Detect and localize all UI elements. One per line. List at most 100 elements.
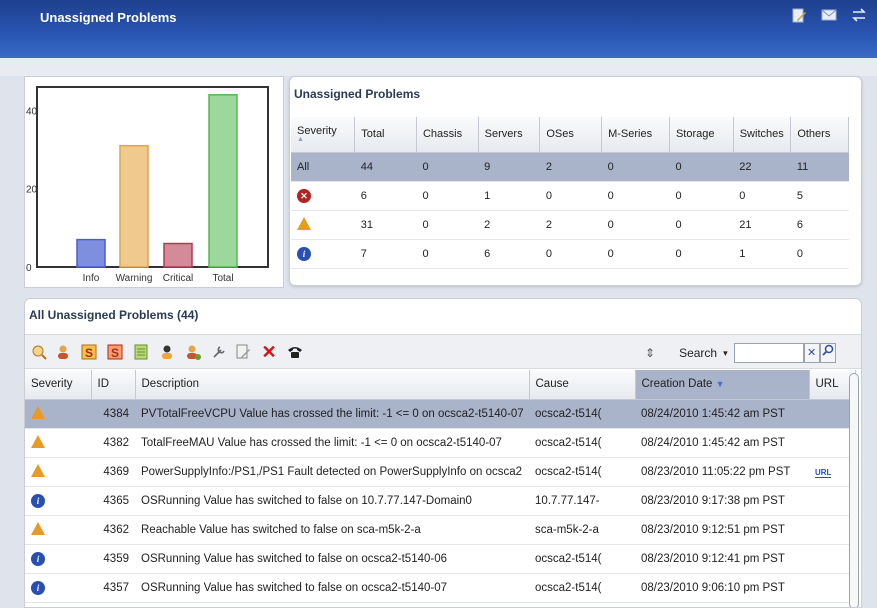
- problem-row[interactable]: 4369 PowerSupplyInfo:/PS1,/PS1 Fault dete…: [25, 457, 855, 487]
- col-severity[interactable]: Severity: [25, 370, 92, 400]
- info-icon: i: [31, 580, 45, 595]
- problem-description: PowerSupplyInfo:/PS1,/PS1 Fault detected…: [135, 457, 529, 487]
- problem-date: 08/24/2010 1:45:42 am PST: [635, 428, 809, 458]
- col-description[interactable]: Description: [135, 370, 530, 400]
- search-icon[interactable]: [819, 343, 836, 363]
- info-icon: i: [31, 551, 45, 566]
- warning-icon: [31, 521, 45, 535]
- col-id[interactable]: ID: [91, 370, 136, 400]
- problem-row[interactable]: 4382 TotalFreeMAU Value has crossed the l…: [25, 428, 855, 458]
- col-storage[interactable]: Storage: [669, 117, 734, 153]
- col-creation-date[interactable]: Creation Date ▼: [635, 370, 810, 400]
- problem-date: 08/23/2010 9:17:38 pm PST: [635, 486, 809, 516]
- problem-cause: ocsca2-t514(: [529, 428, 635, 458]
- problems-toolbar: S S ✕ ⇕ Search ▾ ✕: [25, 334, 861, 369]
- summary-cell: 0: [539, 181, 602, 211]
- severity-cell: i: [25, 573, 91, 603]
- col-servers[interactable]: Servers: [478, 117, 541, 153]
- summary-cell: 6: [354, 181, 417, 211]
- col-cause[interactable]: Cause: [529, 370, 636, 400]
- search-label: Search: [679, 346, 718, 360]
- bar-total: [208, 94, 238, 268]
- summary-row[interactable]: i70600010: [291, 239, 849, 269]
- problem-row[interactable]: i 4357 OSRunning Value has switched to fal…: [25, 573, 855, 603]
- summary-cell: 1: [733, 239, 791, 269]
- summary-cell: 22: [733, 152, 791, 182]
- summary-cell: 0: [669, 181, 734, 211]
- svg-text:S: S: [111, 346, 119, 360]
- summary-row[interactable]: All 44 0 9 2 0 0 22 11: [291, 152, 849, 182]
- warning-icon: [31, 434, 45, 448]
- mail-icon[interactable]: [821, 8, 837, 22]
- search-input[interactable]: [733, 343, 804, 363]
- annotate-icon[interactable]: S: [81, 344, 97, 360]
- delete-icon[interactable]: ✕: [261, 343, 277, 361]
- user-close-icon[interactable]: [185, 344, 201, 360]
- problem-description: Reachable Value has switched to false on…: [135, 515, 529, 545]
- severity-cell: [25, 399, 91, 429]
- wrench-icon[interactable]: [211, 344, 227, 360]
- severity-cell: [25, 457, 91, 487]
- summary-cell: 6: [790, 210, 849, 240]
- notes-icon[interactable]: [133, 344, 149, 360]
- search-dropdown-icon[interactable]: ▾: [723, 348, 728, 359]
- summary-cell: 9: [478, 152, 540, 182]
- col-others[interactable]: Others: [790, 117, 849, 153]
- problem-date: 08/23/2010 11:05:22 pm PST: [635, 457, 809, 487]
- edit-icon[interactable]: [791, 8, 807, 23]
- header-bar: Unassigned Problems: [0, 0, 877, 58]
- x-tick-label: Total: [212, 273, 233, 284]
- summary-table: Severity ▲ Total Chassis Servers OSes M-S…: [291, 117, 849, 269]
- summary-panel: Unassigned Problems Severity ▲ Total Chas…: [289, 76, 862, 286]
- phone-icon[interactable]: [287, 344, 303, 360]
- info-icon: i: [31, 493, 45, 508]
- assign-icon[interactable]: [55, 344, 71, 360]
- problem-row[interactable]: i 4359 OSRunning Value has switched to fal…: [25, 544, 855, 574]
- summary-cell: 7: [354, 239, 417, 269]
- col-mseries[interactable]: M-Series: [601, 117, 670, 153]
- problem-id: 4384: [91, 399, 135, 429]
- clear-search-icon[interactable]: ✕: [803, 343, 820, 363]
- problem-row[interactable]: 4362 Reachable Value has switched to fals…: [25, 515, 855, 545]
- summary-row[interactable]: 31 0 2 2 0 0 21 6: [291, 210, 849, 240]
- severity-bar-chart: 0 20 40 Info Warning Critical Total: [26, 86, 269, 284]
- severity-cell: [25, 515, 91, 545]
- vertical-scrollbar[interactable]: [849, 373, 859, 607]
- user-warning-icon[interactable]: [159, 344, 175, 360]
- url-link[interactable]: URL: [815, 467, 832, 478]
- y-tick-label: 20: [26, 185, 38, 196]
- severity-cell: i: [25, 486, 91, 516]
- summary-title: Unassigned Problems: [294, 87, 421, 101]
- summary-cell: 0: [416, 210, 479, 240]
- problem-id: 4369: [91, 457, 135, 487]
- summary-row[interactable]: ✕ 6 0 1 0 0 0 0 5: [291, 181, 849, 211]
- svg-text:S: S: [85, 346, 93, 360]
- summary-cell: 11: [790, 152, 849, 182]
- summary-cell: 0: [601, 239, 670, 269]
- problem-date: 08/24/2010 1:45:42 am PST: [635, 399, 809, 429]
- col-switches[interactable]: Switches: [733, 117, 792, 153]
- details-icon[interactable]: [31, 344, 47, 360]
- col-chassis[interactable]: Chassis: [416, 117, 479, 153]
- summary-cell: 0: [669, 152, 734, 182]
- col-severity[interactable]: Severity ▲: [291, 117, 356, 153]
- edit-note-icon[interactable]: [235, 344, 251, 360]
- summary-cell: 31: [354, 210, 417, 240]
- problem-date: 08/23/2010 9:06:10 pm PST: [635, 573, 809, 603]
- problem-cause: ocsca2-t514(: [529, 573, 635, 603]
- summary-cell: 6: [478, 239, 540, 269]
- summary-cell: 21: [733, 210, 791, 240]
- problem-row[interactable]: 4384 PVTotalFreeVCPU Value has crossed th…: [25, 399, 855, 429]
- summary-cell: 5: [790, 181, 849, 211]
- col-oses[interactable]: OSes: [539, 117, 603, 153]
- filter-toggle-icon[interactable]: ⇕: [645, 346, 655, 360]
- col-total[interactable]: Total: [354, 117, 417, 153]
- problem-description: OSRunning Value has switched to false on…: [135, 573, 529, 603]
- summary-cell: 2: [539, 210, 602, 240]
- suppress-icon[interactable]: S: [107, 344, 123, 360]
- problem-description: OSRunning Value has switched to false on…: [135, 544, 529, 574]
- info-icon: i: [297, 246, 311, 261]
- problem-row[interactable]: i 4365 OSRunning Value has switched to fal…: [25, 486, 855, 516]
- swap-icon[interactable]: [851, 8, 867, 22]
- severity-bar-chart-panel: 0 20 40 Info Warning Critical Total: [24, 76, 284, 288]
